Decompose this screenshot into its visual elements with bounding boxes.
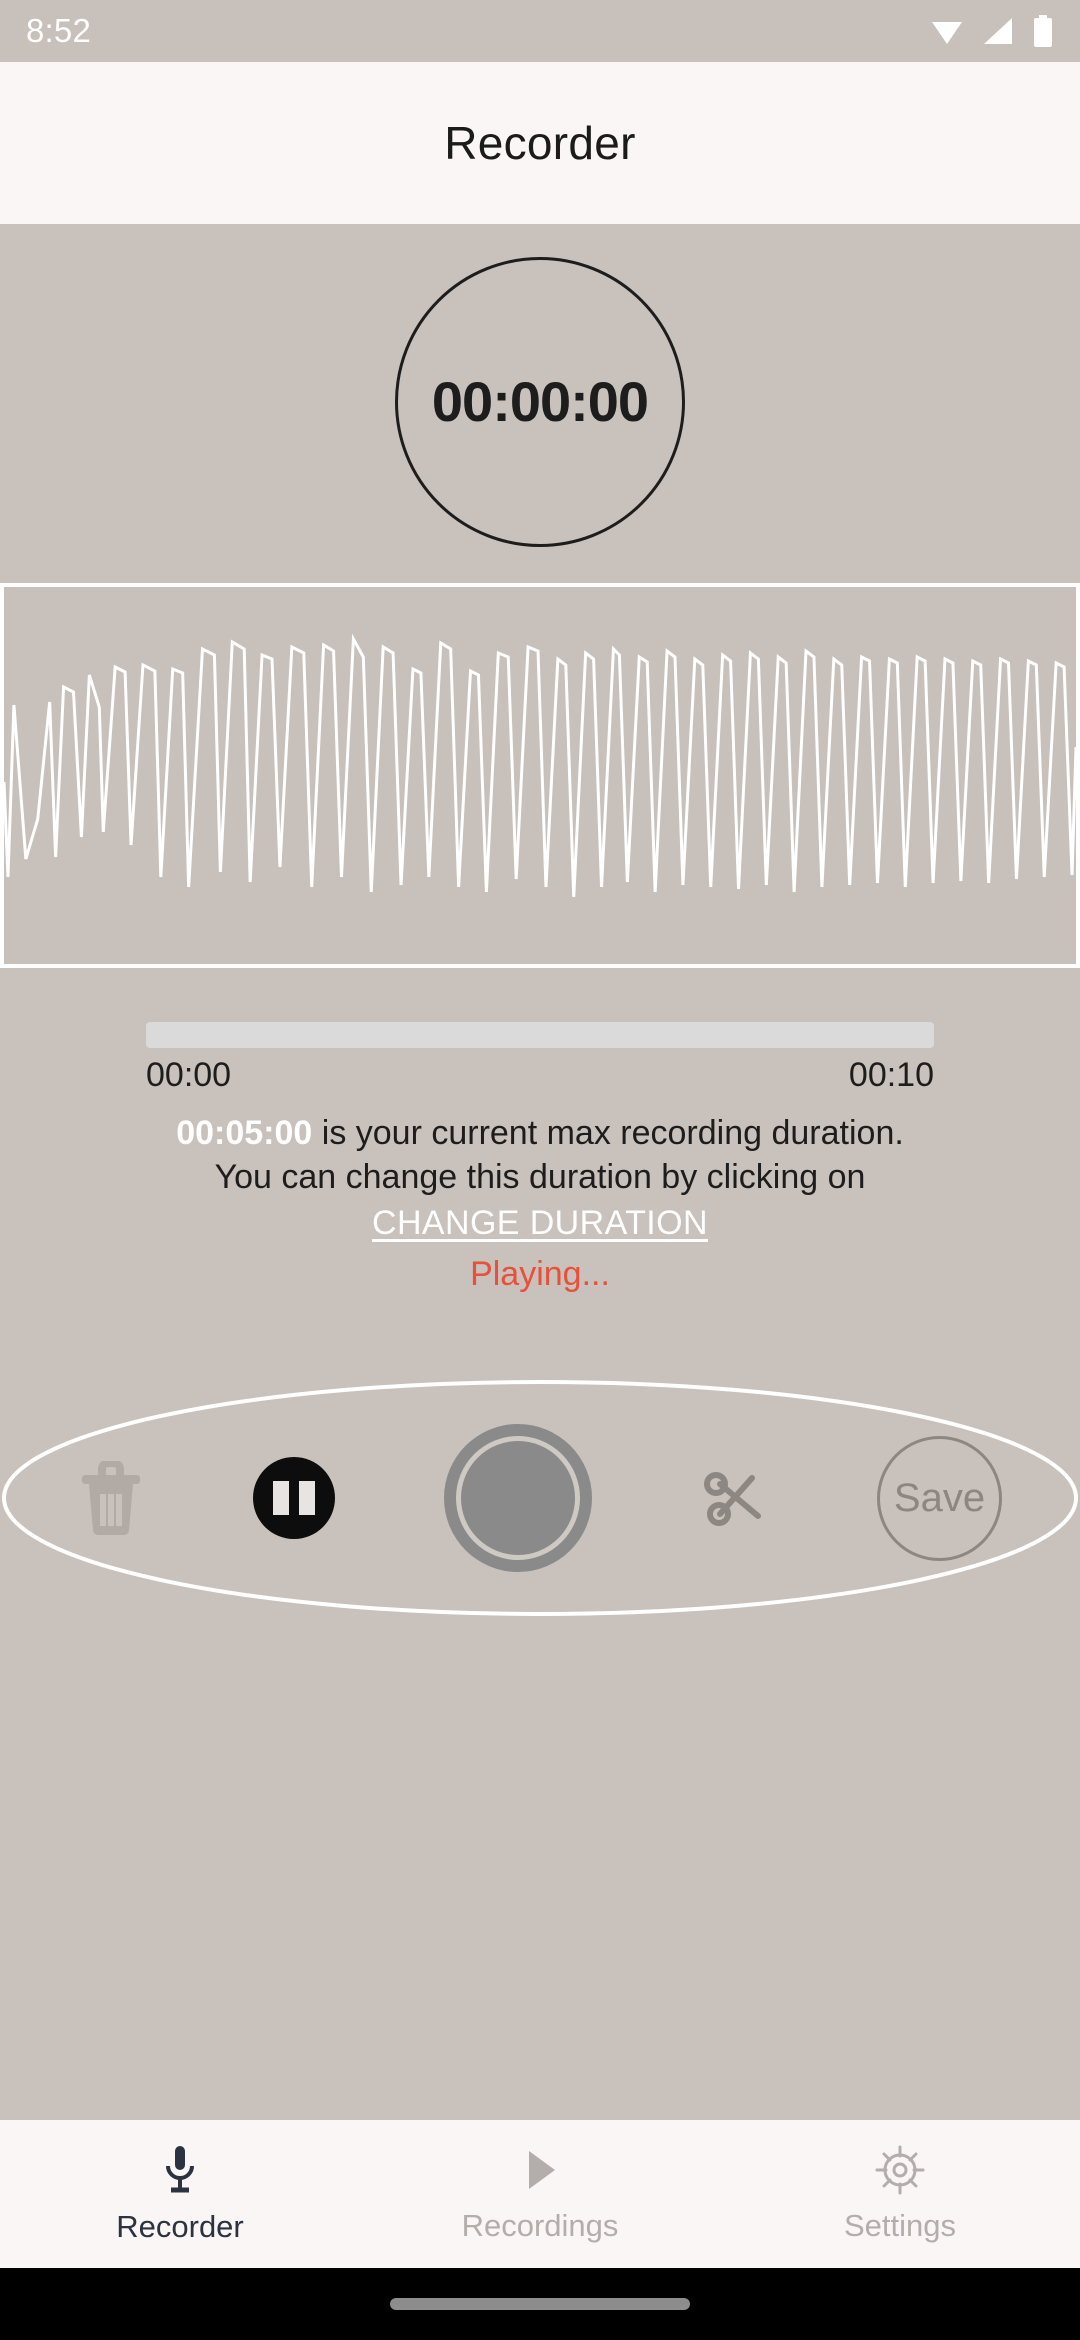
time-end: 00:10 — [848, 1056, 934, 1094]
signal-icon — [982, 16, 1014, 46]
controls-row: Save — [0, 1378, 1080, 1618]
timer-value: 00:00:00 — [431, 370, 649, 433]
nav-label-recordings: Recordings — [461, 2207, 619, 2243]
progress-slider[interactable] — [146, 1022, 934, 1048]
app-bar: Recorder — [0, 62, 1080, 224]
nav-label-settings: Settings — [843, 2207, 956, 2243]
pause-bar-right — [298, 1481, 315, 1515]
waveform-svg — [4, 587, 1076, 964]
max-duration-info: 00:05:00 is your current max recording d… — [0, 1111, 1080, 1296]
status-bar: 8:52 — [0, 0, 1080, 62]
change-duration-link[interactable]: CHANGE DURATION — [372, 1201, 708, 1245]
play-icon — [519, 2145, 561, 2200]
pause-button[interactable] — [252, 1457, 335, 1539]
record-button[interactable] — [443, 1424, 592, 1572]
timer-circle[interactable]: 00:00:00 — [395, 256, 685, 547]
app-screen: 8:52 Recorder 00:00:00 00:00 00:10 00:05… — [0, 0, 1080, 2340]
scissors-icon — [704, 1472, 762, 1526]
time-start: 00:00 — [146, 1056, 232, 1094]
nav-item-recorder[interactable]: Recorder — [0, 2144, 360, 2245]
status-badge: Playing... — [470, 1254, 610, 1293]
max-duration-line: 00:05:00 is your current max recording d… — [0, 1111, 1080, 1155]
page-title: Recorder — [444, 117, 636, 169]
delete-button[interactable] — [78, 1461, 144, 1535]
save-label: Save — [877, 1435, 1002, 1561]
time-range: 00:00 00:10 — [146, 1056, 934, 1095]
gesture-pill[interactable] — [390, 2298, 690, 2310]
nav-item-recordings[interactable]: Recordings — [360, 2145, 720, 2244]
microphone-icon — [160, 2144, 200, 2201]
trash-icon — [82, 1461, 140, 1535]
save-button[interactable]: Save — [877, 1435, 1002, 1561]
timer-section: 00:00:00 — [0, 224, 1080, 579]
system-gesture-bar — [0, 2268, 1080, 2340]
transport-controls: Save — [0, 1378, 1080, 1618]
trim-button[interactable] — [700, 1464, 768, 1532]
change-hint-line: You can change this duration by clicking… — [214, 1158, 866, 1197]
battery-icon — [1032, 15, 1054, 47]
record-icon — [443, 1424, 592, 1572]
waveform-display — [0, 583, 1080, 968]
pause-bar-left — [272, 1481, 289, 1515]
status-clock: 8:52 — [26, 12, 92, 49]
record-inner-circle — [455, 1436, 580, 1560]
status-icon-group — [930, 15, 1054, 47]
nav-item-settings[interactable]: Settings — [720, 2145, 1080, 2244]
max-duration-text: is your current max recording duration. — [312, 1114, 904, 1152]
max-duration-value: 00:05:00 — [176, 1114, 313, 1152]
wifi-icon — [930, 16, 964, 46]
playback-info-section: 00:00 00:10 00:05:00 is your current max… — [0, 1010, 1080, 1296]
pause-icon — [252, 1457, 335, 1539]
bottom-navigation: Recorder Recordings Settings — [0, 2120, 1080, 2268]
nav-label-recorder: Recorder — [116, 2208, 244, 2244]
gear-icon — [875, 2145, 925, 2200]
